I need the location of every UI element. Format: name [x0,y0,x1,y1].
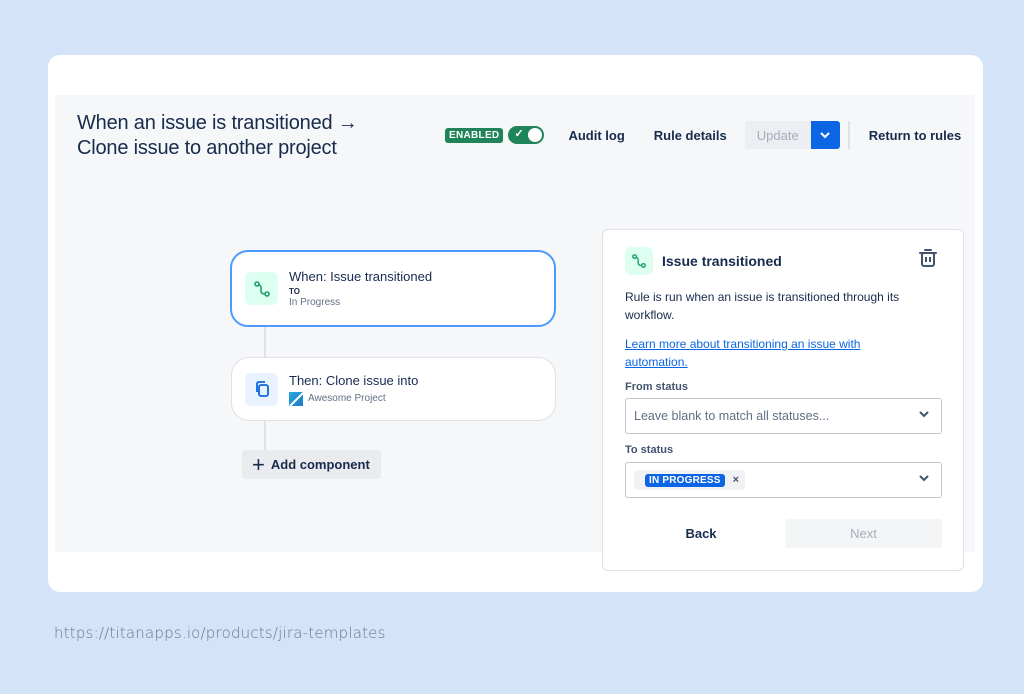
chevron-down-icon [820,132,830,138]
delete-component-button[interactable] [919,248,937,273]
from-status-label: From status [625,381,688,393]
flow-connector [264,421,266,451]
next-button[interactable]: Next [785,519,942,548]
action-project: Awesome Project [308,393,386,404]
to-status-label: To status [625,444,674,456]
status-badge: ENABLED [445,127,504,143]
rule-enabled-toggle[interactable]: ✓ [508,126,545,144]
toggle-knob [528,128,543,142]
trigger-sub-label: TO [289,287,300,296]
rule-editor-card: When an issue is transitioned → Clone is… [48,55,983,592]
audit-log-button[interactable]: Audit log [568,128,624,143]
add-component-label: Add component [270,457,370,472]
update-button-group: Update [744,121,840,149]
transition-icon [625,247,653,275]
remove-chip-icon[interactable]: × [733,474,739,486]
flow-connector [264,327,266,357]
from-status-placeholder: Leave blank to match all statuses... [634,409,830,423]
check-icon: ✓ [514,128,524,140]
status-chip: IN PROGRESS × [634,470,746,490]
add-component-button[interactable]: + Add component [242,450,381,479]
plus-icon: + [252,451,265,477]
header-actions: ENABLED ✓ Audit log Rule details Update … [445,120,961,150]
chevron-down-icon [919,411,929,418]
status-lozenge: IN PROGRESS [645,473,725,487]
update-dropdown-button[interactable] [810,121,840,149]
header-divider [847,121,850,149]
rule-canvas: When an issue is transitioned → Clone is… [55,95,975,571]
clone-icon [245,372,278,406]
trigger-node[interactable]: When: Issue transitioned TO In Progress [230,250,556,327]
panel-title: Issue transitioned [662,253,782,269]
return-to-rules-button[interactable]: Return to rules [869,128,961,143]
transition-icon [245,272,278,305]
component-config-panel: Issue transitioned Rule is run when an i… [602,229,964,571]
rule-title: When an issue is transitioned → Clone is… [77,112,358,159]
update-button[interactable]: Update [744,121,811,149]
footer-url: https://titanapps.io/products/jira-templ… [54,624,386,642]
learn-more-link[interactable]: Learn more about transitioning an issue … [625,335,925,371]
action-title: Then: Clone issue into [289,372,419,388]
trigger-title: When: Issue transitioned [289,269,433,284]
trash-icon [919,249,937,267]
action-node[interactable]: Then: Clone issue into Awesome Project [231,357,556,421]
rule-details-button[interactable]: Rule details [654,128,727,143]
project-avatar-icon [289,391,303,406]
trigger-sub-value: In Progress [289,297,341,308]
to-status-select[interactable]: IN PROGRESS × [625,462,942,498]
from-status-select[interactable]: Leave blank to match all statuses... [625,398,942,434]
back-button[interactable]: Back [670,519,732,548]
panel-description: Rule is run when an issue is transitione… [625,290,900,322]
chevron-down-icon [919,475,929,482]
